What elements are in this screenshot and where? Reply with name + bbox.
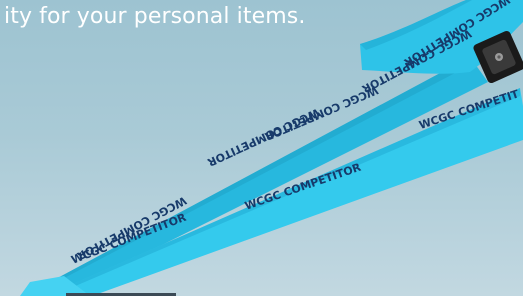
lanyard-photo: WCGC COMPETITOR WCGC COMPETITOR WCGC COM… [20, 0, 523, 296]
